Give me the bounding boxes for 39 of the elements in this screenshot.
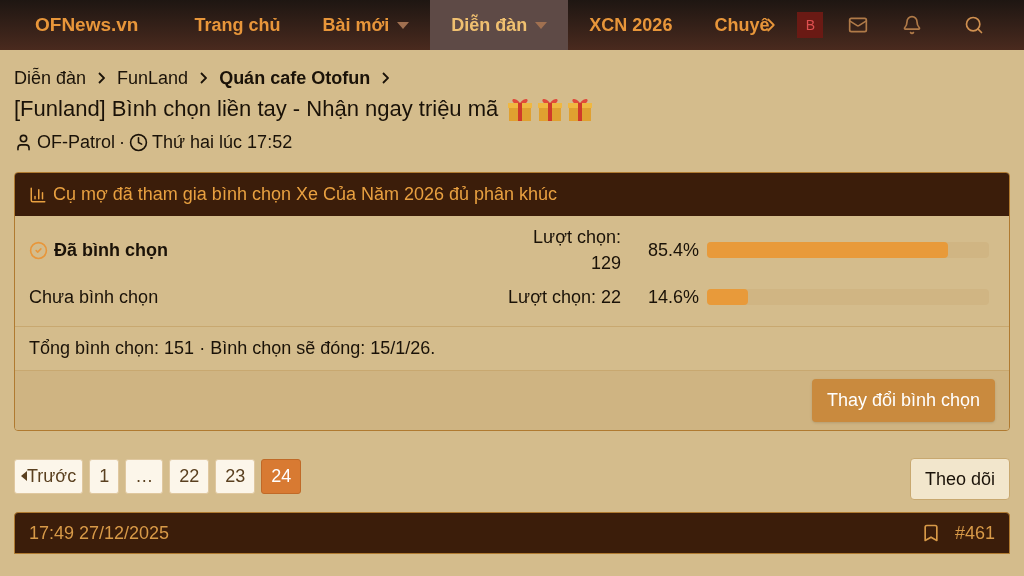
breadcrumb-link[interactable]: Diễn đàn [14, 64, 87, 92]
chevron-icon [200, 72, 208, 84]
search-icon[interactable] [964, 15, 985, 35]
watch-button[interactable]: Theo dõi [909, 458, 1010, 500]
clock-icon [129, 133, 148, 152]
page-button[interactable]: 1 [89, 458, 120, 494]
nav-tab[interactable]: Diễn đàn [430, 0, 569, 50]
separator-dot: · [119, 131, 125, 154]
nav-tab[interactable]: Bài mới [301, 0, 431, 50]
poll-option-label: Đã bình chọn [54, 238, 168, 262]
vote-count: Lượt chọn: 22 [507, 286, 621, 309]
page-button[interactable]: 22 [169, 458, 210, 494]
nav-tab[interactable]: XCN 2026 [568, 0, 694, 50]
poll-title: Cụ mợ đã tham gia bình chọn Xe Của Năm 2026 đủ phân khúc [53, 183, 558, 206]
mail-icon[interactable] [848, 15, 869, 35]
bar-chart-icon [29, 185, 47, 204]
thread-title: [Funland] Bình chọn liền tay - Nhận ngay triệu mã [14, 95, 499, 123]
vote-percent: 14.6% [646, 285, 699, 309]
vote-count: Lượt chọn: 129 [532, 226, 621, 275]
nav-tab[interactable]: Chuyê [693, 0, 791, 50]
author-name[interactable]: OF-Patrol [37, 129, 115, 156]
nav-tab[interactable]: Trang chủ [173, 0, 302, 50]
previous-page-button[interactable]: Trước [14, 458, 84, 494]
post-number[interactable]: #461 [954, 519, 995, 547]
post-date: 17:49 27/12/2025 [29, 521, 170, 545]
chevron-icon [98, 72, 106, 84]
poll-summary: Tổng bình chọn: 151 · Bình chọn sẽ đóng: 15/1/26. [29, 337, 436, 360]
left-triangle-icon [21, 471, 27, 481]
chevron-icon [382, 72, 390, 84]
breadcrumb-link[interactable]: Quán cafe Otofun [219, 64, 371, 92]
breadcrumb-link[interactable]: FunLand [117, 64, 189, 92]
page-button[interactable]: 23 [215, 458, 256, 494]
poll-option-label: Chưa bình chọn [29, 285, 159, 309]
site-logo[interactable]: OFNews.vn [0, 0, 174, 50]
user-icon [14, 133, 33, 152]
post-time: Thứ hai lúc 17:52 [152, 131, 293, 154]
page-button[interactable]: … [125, 458, 164, 494]
bell-icon[interactable] [902, 15, 923, 35]
vote-percent: 85.4% [646, 238, 699, 262]
